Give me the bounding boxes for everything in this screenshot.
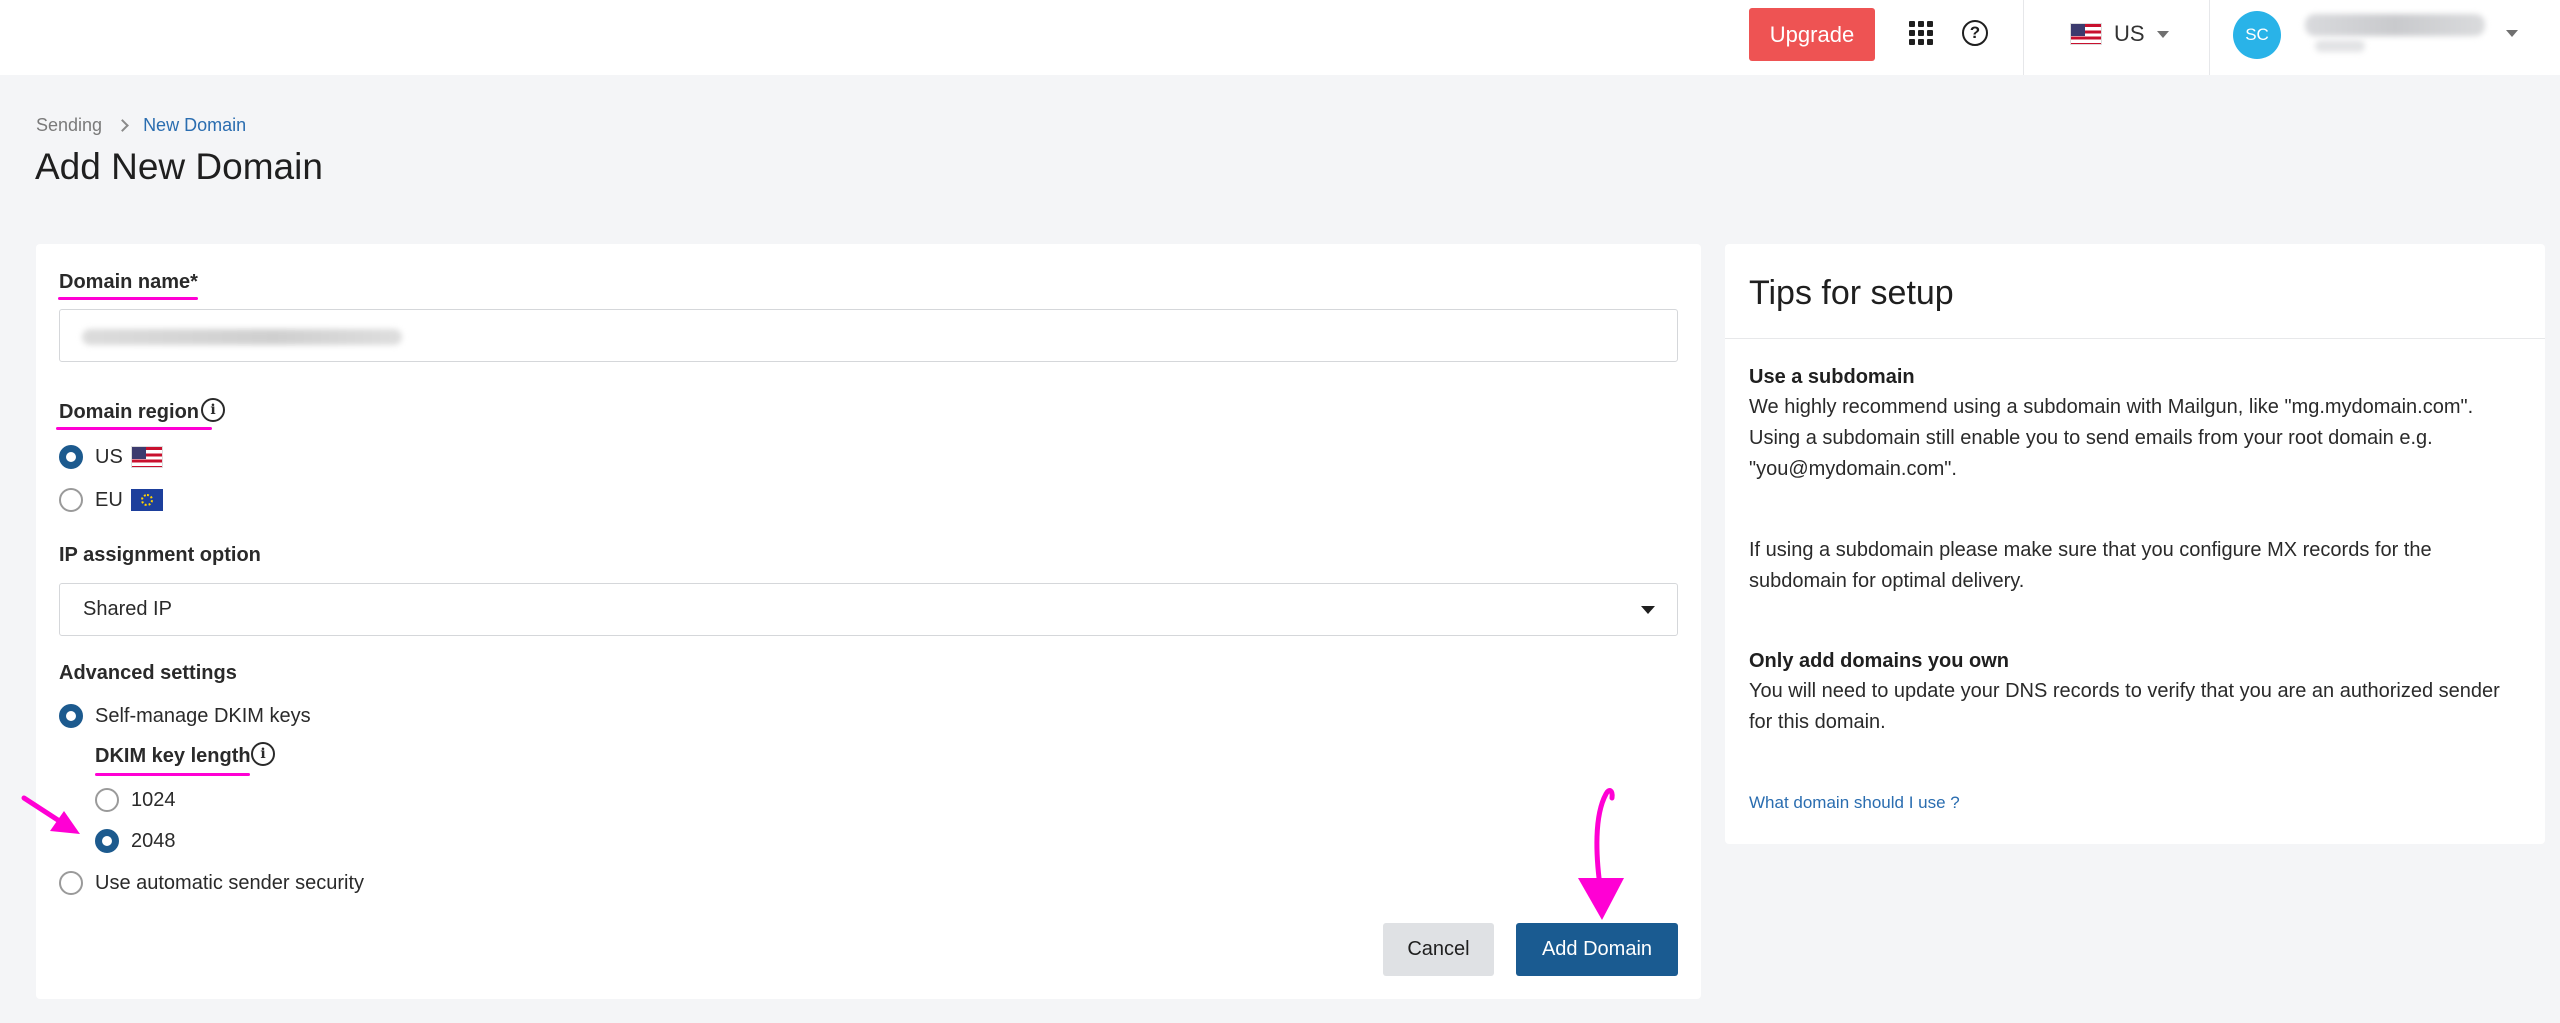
breadcrumb-sending[interactable]: Sending <box>36 115 102 136</box>
tip-heading: Only add domains you own <box>1749 650 2010 672</box>
info-icon[interactable]: i <box>251 742 275 766</box>
automatic-sender-security-option[interactable]: Use automatic sender security <box>59 871 364 895</box>
account-name-redacted[interactable] <box>2305 12 2485 52</box>
annotation-underline <box>95 773 250 776</box>
tip-body: If using a subdomain please make sure th… <box>1749 539 2432 592</box>
add-domain-form: Domain name* Domain region i US EU IP as… <box>21 244 1701 999</box>
region-option-label: US <box>95 445 123 468</box>
tips-panel: Tips for setup Use a subdomain We highly… <box>1725 244 2545 844</box>
advanced-settings-label: Advanced settings <box>59 662 237 684</box>
divider <box>1725 338 2545 339</box>
region-label: US <box>2114 21 2145 46</box>
add-domain-button[interactable]: Add Domain <box>1516 923 1678 976</box>
domain-name-label: Domain name* <box>59 271 198 293</box>
tip-body: You will need to update your DNS records… <box>1749 680 2500 733</box>
ip-assignment-label: IP assignment option <box>59 544 261 566</box>
breadcrumb-new-domain[interactable]: New Domain <box>143 115 246 136</box>
domain-name-input[interactable] <box>59 309 1678 362</box>
dkim-option-label: 2048 <box>131 829 176 852</box>
dkim-option-1024[interactable]: 1024 <box>95 788 176 812</box>
tip-body: We highly recommend using a subdomain wi… <box>1749 396 2474 480</box>
chevron-right-icon <box>116 118 129 132</box>
dkim-key-length-label: DKIM key length <box>95 745 251 767</box>
radio-automatic-sender-security[interactable] <box>59 871 83 895</box>
region-switcher[interactable]: US <box>2070 18 2169 50</box>
tip-heading: Use a subdomain <box>1749 366 1915 388</box>
dkim-option-2048[interactable]: 2048 <box>95 829 176 853</box>
region-option-us[interactable]: US <box>59 445 163 469</box>
chevron-down-icon <box>1641 606 1655 614</box>
annotation-arrow-icon <box>21 795 80 834</box>
region-option-eu[interactable]: EU <box>59 488 163 512</box>
info-icon[interactable]: i <box>201 398 225 422</box>
cancel-button[interactable]: Cancel <box>1383 923 1494 976</box>
radio-us[interactable] <box>59 445 83 469</box>
apps-grid-icon[interactable] <box>1909 21 1933 45</box>
domain-region-label: Domain region <box>59 401 200 423</box>
avatar[interactable]: SC <box>2233 11 2281 59</box>
help-icon[interactable]: ? <box>1962 20 1988 46</box>
tips-title: Tips for setup <box>1749 274 1954 312</box>
upgrade-button[interactable]: Upgrade <box>1749 8 1875 61</box>
what-domain-link[interactable]: What domain should I use ? <box>1749 793 1960 813</box>
radio-2048[interactable] <box>95 829 119 853</box>
region-option-label: EU <box>95 488 123 511</box>
self-manage-dkim-option[interactable]: Self-manage DKIM keys <box>59 704 311 728</box>
ip-assignment-select[interactable]: Shared IP <box>59 583 1678 636</box>
eu-flag-icon <box>130 489 163 511</box>
us-flag-icon <box>2070 23 2102 45</box>
domain-name-value-redacted <box>82 329 402 345</box>
radio-eu[interactable] <box>59 488 83 512</box>
self-manage-dkim-label: Self-manage DKIM keys <box>95 704 311 727</box>
radio-self-manage-dkim[interactable] <box>59 704 83 728</box>
breadcrumb: Sending New Domain <box>36 114 246 136</box>
us-flag-icon <box>130 446 163 468</box>
radio-1024[interactable] <box>95 788 119 812</box>
annotation-underline <box>58 297 198 300</box>
account-chevron-down-icon[interactable] <box>2506 30 2518 37</box>
annotation-arrow-icon <box>1578 788 1624 920</box>
chevron-down-icon <box>2156 30 2169 38</box>
top-bar: Upgrade ? US SC <box>0 0 2560 75</box>
automatic-sender-security-label: Use automatic sender security <box>95 871 365 894</box>
annotation-underline <box>56 427 212 430</box>
page-title: Add New Domain <box>35 146 323 187</box>
divider <box>2023 0 2024 75</box>
divider <box>2209 0 2210 75</box>
dkim-option-label: 1024 <box>131 788 176 811</box>
ip-assignment-value: Shared IP <box>83 598 172 620</box>
